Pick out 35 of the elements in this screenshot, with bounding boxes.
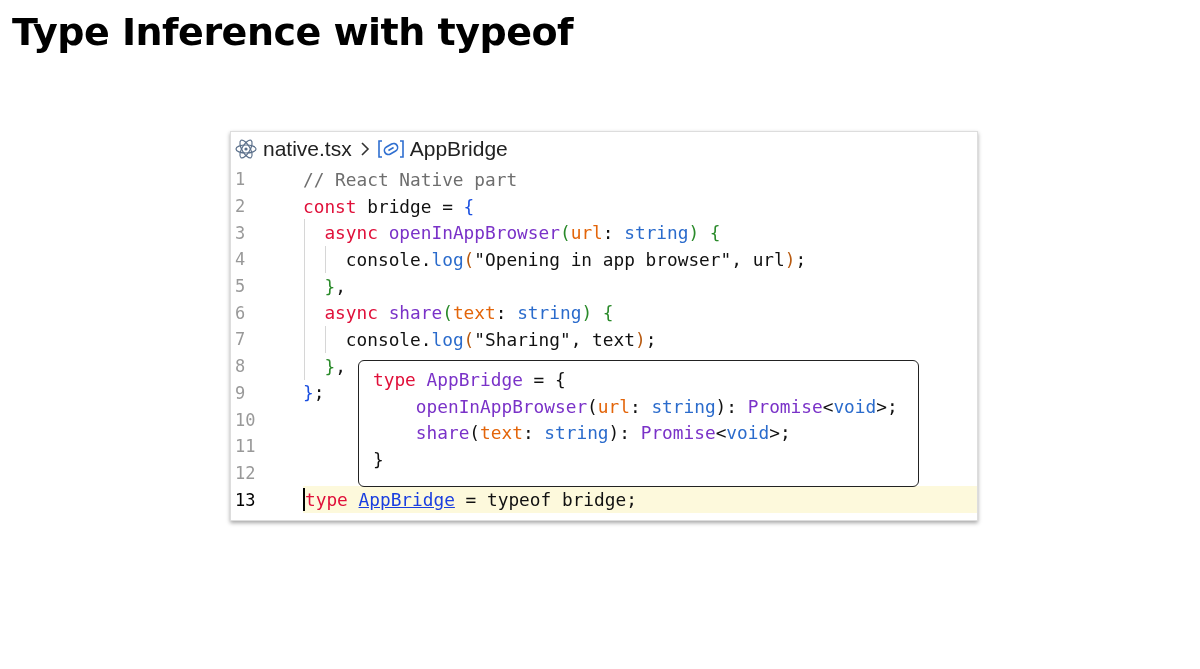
type-signature-line: openInAppBrowser(url: string): Promise<void>; (414, 394, 898, 419)
text-cursor (303, 488, 305, 511)
code-line: type AppBridge = typeof bridge; (305, 489, 637, 511)
line-number: 13 (234, 489, 257, 510)
line-number: 4 (234, 249, 247, 270)
line-number: 1 (234, 169, 247, 190)
code-line: console.log("Sharing", text); (344, 328, 657, 350)
type-signature-line: type AppBridge = { (373, 368, 566, 392)
breadcrumb-symbol[interactable]: AppBridge (409, 137, 508, 161)
chevron-icon (359, 141, 370, 157)
code-line: async share(text: string) { (323, 302, 614, 324)
code-line: async openInAppBrowser(url: string) { (323, 222, 721, 244)
type-signature-line: } (373, 448, 384, 473)
symbol-icon (377, 140, 404, 158)
code-line: }, (323, 275, 346, 297)
atom-icon (235, 138, 257, 160)
line-number: 11 (234, 436, 257, 457)
line-number: 12 (234, 462, 257, 483)
line-number: 3 (234, 222, 247, 243)
slide-title: Type Inference with typeof (11, 9, 575, 56)
line-number: 7 (234, 329, 247, 350)
line-number: 5 (234, 276, 247, 297)
breadcrumb-file[interactable]: native.tsx (263, 137, 352, 161)
line-number: 2 (234, 196, 247, 217)
code-line: }, (323, 355, 346, 377)
line-number: 9 (234, 382, 247, 403)
line-number: 8 (234, 356, 247, 377)
code-line: const bridge = { (303, 195, 475, 217)
symbol-link[interactable]: AppBridge (358, 489, 455, 511)
code-line: console.log("Opening in app browser", url); (344, 248, 807, 270)
line-number: 6 (234, 302, 247, 323)
code-line: // React Native part (303, 168, 518, 190)
code-line: }; (303, 382, 325, 404)
line-number: 10 (234, 409, 257, 430)
type-signature-line: share(text: string): Promise<void>; (414, 421, 791, 446)
